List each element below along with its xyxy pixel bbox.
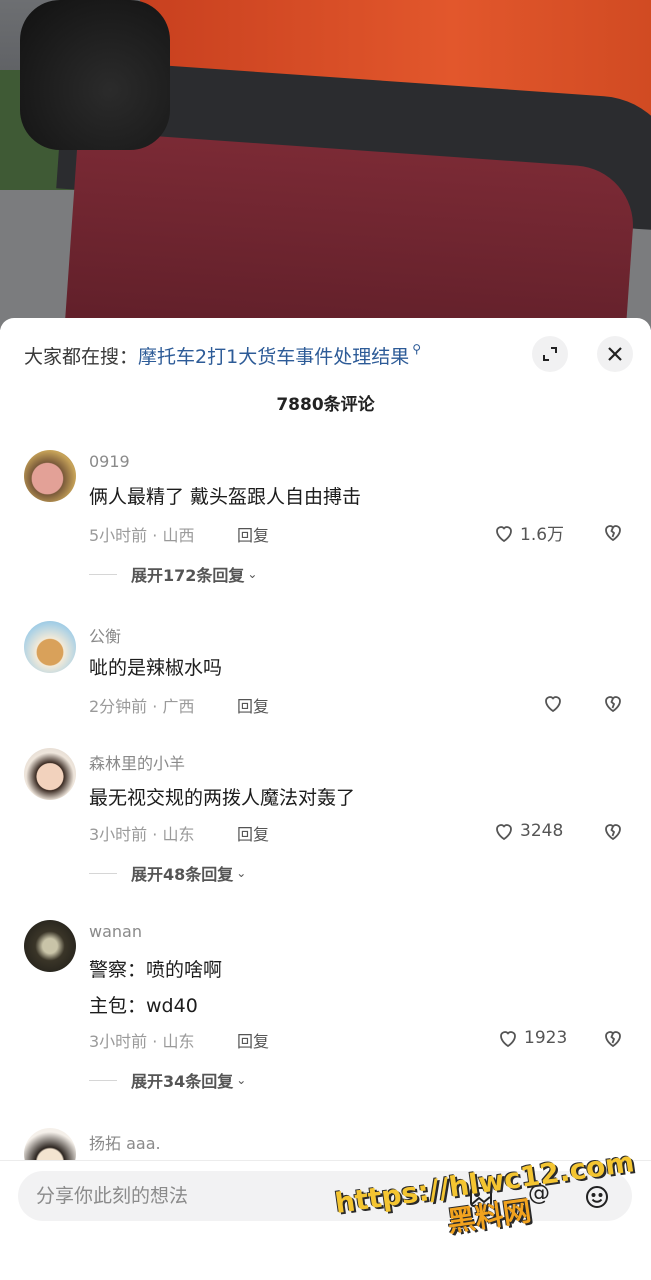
close-icon: [608, 347, 622, 361]
avatar[interactable]: [24, 621, 76, 673]
comment-item: 扬拓 aaa.: [0, 1128, 651, 1160]
comment-username[interactable]: 0919: [89, 452, 130, 471]
comment-item: 公衡 呲的是辣椒水吗 2分钟前 · 广西 回复: [0, 621, 651, 731]
comment-text: 最无视交规的两拨人魔法对轰了: [89, 787, 356, 809]
avatar[interactable]: [24, 1128, 76, 1160]
chevron-down-icon: ⌄: [236, 1073, 247, 1087]
like-count: 1.6万: [520, 525, 565, 545]
comment-meta: 2分钟前 · 广西: [89, 697, 195, 716]
divider: [89, 872, 117, 874]
comment-username[interactable]: 森林里的小羊: [89, 750, 185, 774]
dislike-button[interactable]: [601, 1026, 625, 1054]
search-suggestion-prefix: 大家都在搜：: [24, 345, 139, 368]
comment-count-title: 7880条评论: [276, 395, 375, 415]
expand-replies-button[interactable]: 展开34条回复 ⌄: [89, 1068, 246, 1092]
comment-item: wanan 警察：喷的啥啊 主包：wd40 3小时前 · 山东 回复 1923 …: [0, 920, 651, 1110]
comment-item: 0919 俩人最精了 戴头盔跟人自由搏击 5小时前 · 山西 回复 1.6万 展…: [0, 450, 651, 600]
like-button[interactable]: 1923: [496, 1026, 567, 1050]
comment-username[interactable]: 公衡: [89, 623, 121, 647]
expand-replies-button[interactable]: 展开172条回复 ⌄: [89, 562, 257, 586]
search-suggestion-query[interactable]: 摩托车2打1大货车事件处理结果: [138, 342, 409, 369]
divider: [89, 573, 117, 575]
comment-username[interactable]: wanan: [89, 922, 142, 941]
like-count: 3248: [520, 821, 564, 841]
dislike-button[interactable]: [601, 520, 625, 548]
comment-sheet: 大家都在搜： 摩托车2打1大货车事件处理结果 ⚲ 7880条评论 0919 俩人…: [0, 318, 651, 1280]
divider: [89, 1079, 117, 1081]
comment-meta: 3小时前 · 山东: [89, 1032, 195, 1051]
like-button[interactable]: [541, 691, 565, 715]
chevron-down-icon: ⌄: [247, 567, 258, 581]
broken-heart-icon: [605, 696, 621, 713]
dislike-button[interactable]: [601, 691, 625, 719]
comment-username[interactable]: 扬拓 aaa.: [89, 1130, 161, 1154]
heart-icon: [496, 525, 512, 542]
comment-item: 森林里的小羊 最无视交规的两拨人魔法对轰了 3小时前 · 山东 回复 3248 …: [0, 748, 651, 898]
comment-text: 俩人最精了 戴头盔跟人自由搏击: [89, 486, 362, 508]
comment-text: 呲的是辣椒水吗: [89, 657, 223, 679]
comment-meta: 5小时前 · 山西: [89, 526, 195, 545]
expand-replies-label: 展开34条回复: [131, 1072, 234, 1091]
expand-replies-label: 展开48条回复: [131, 865, 234, 884]
comment-meta: 3小时前 · 山东: [89, 825, 195, 844]
search-icon: ⚲: [412, 342, 421, 356]
expand-replies-button[interactable]: 展开48条回复 ⌄: [89, 861, 246, 885]
reply-button[interactable]: 回复: [237, 522, 269, 546]
broken-heart-icon: [605, 1031, 621, 1048]
like-count: 1923: [524, 1028, 568, 1048]
search-suggestion[interactable]: 大家都在搜： 摩托车2打1大货车事件处理结果 ⚲: [24, 340, 504, 370]
expand-replies-label: 展开172条回复: [131, 566, 245, 585]
avatar[interactable]: [24, 920, 76, 972]
close-button[interactable]: [597, 336, 633, 372]
broken-heart-icon: [605, 525, 621, 542]
reply-button[interactable]: 回复: [237, 1028, 269, 1052]
like-button[interactable]: 1.6万: [492, 520, 564, 545]
avatar[interactable]: [24, 748, 76, 800]
chevron-down-icon: ⌄: [236, 866, 247, 880]
video-glove: [20, 0, 170, 150]
avatar[interactable]: [24, 450, 76, 502]
video-player[interactable]: [0, 0, 651, 330]
heart-icon: [545, 696, 561, 713]
comment-text-line-2: 主包：wd40: [89, 995, 198, 1017]
reply-button[interactable]: 回复: [237, 693, 269, 717]
reply-button[interactable]: 回复: [237, 821, 269, 845]
like-button[interactable]: 3248: [492, 819, 563, 843]
expand-button[interactable]: [532, 336, 568, 372]
broken-heart-icon: [605, 824, 621, 841]
heart-icon: [496, 824, 512, 841]
expand-icon: [543, 347, 557, 361]
dislike-button[interactable]: [601, 819, 625, 847]
comment-text-line-1: 警察：喷的啥啊: [89, 959, 223, 981]
heart-icon: [500, 1031, 516, 1048]
